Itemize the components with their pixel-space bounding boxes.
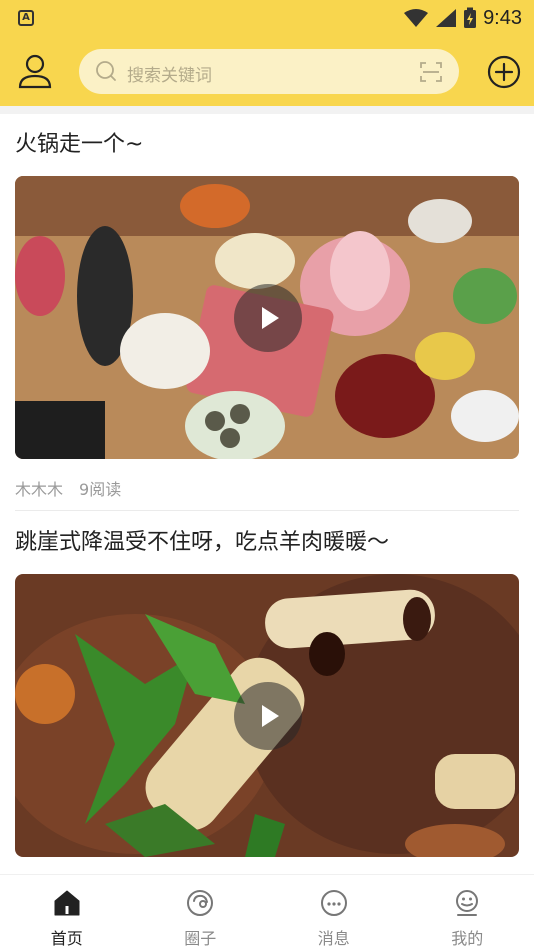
tab-home[interactable]: 首页	[0, 875, 134, 950]
video-thumbnail[interactable]	[15, 574, 519, 857]
tab-circle[interactable]: 圈子	[134, 875, 268, 950]
app-notification-icon: A	[18, 10, 34, 26]
tab-profile[interactable]: 我的	[401, 875, 534, 950]
circle-icon	[187, 890, 214, 916]
feed-item[interactable]: 跳崖式降温受不住呀，吃点羊肉暖暖～	[15, 528, 519, 558]
post-title[interactable]: 跳崖式降温受不住呀，吃点羊肉暖暖～	[15, 528, 519, 558]
tab-circle-label: 圈子	[184, 929, 217, 948]
home-icon	[54, 890, 80, 916]
post-author[interactable]: 木木木	[15, 476, 63, 500]
post-reads: 9阅读	[79, 480, 122, 499]
profile-icon	[456, 890, 479, 916]
user-icon[interactable]	[16, 52, 54, 90]
search-bar[interactable]: 搜索关键词	[79, 49, 459, 94]
post-title[interactable]: 火锅走一个~	[15, 130, 519, 160]
tab-profile-label: 我的	[451, 929, 484, 948]
feed-item[interactable]: 火锅走一个~	[15, 130, 519, 160]
feed-separator	[15, 510, 519, 511]
post-meta: 木木木 9阅读	[15, 476, 121, 500]
search-icon	[96, 61, 116, 81]
signal-icon	[436, 9, 457, 27]
status-bar: A 9:43	[0, 0, 534, 36]
play-icon[interactable]	[234, 682, 302, 750]
tab-home-label: 首页	[50, 929, 83, 948]
tab-messages-label: 消息	[317, 929, 350, 948]
feed-list[interactable]: 火锅走一个~ 木木木 9阅读 跳崖式降温受不住呀，吃点羊肉暖暖～	[0, 114, 534, 874]
header-divider	[0, 106, 534, 114]
bottom-tab-bar: 首页 圈子 消息 我的	[0, 874, 534, 950]
app-header: 搜索关键词	[0, 36, 534, 106]
search-input[interactable]: 搜索关键词	[127, 61, 212, 86]
status-time: 9:43	[483, 6, 522, 29]
video-thumbnail[interactable]	[15, 176, 519, 459]
wifi-icon	[404, 9, 429, 27]
add-icon[interactable]	[487, 55, 521, 89]
tab-messages[interactable]: 消息	[267, 875, 401, 950]
status-indicators: 9:43	[403, 4, 522, 32]
message-icon	[320, 890, 347, 916]
top-bar: A 9:43 搜索关键词	[0, 0, 534, 106]
battery-icon	[464, 7, 477, 28]
play-icon[interactable]	[234, 284, 302, 352]
scan-icon[interactable]	[419, 60, 443, 84]
